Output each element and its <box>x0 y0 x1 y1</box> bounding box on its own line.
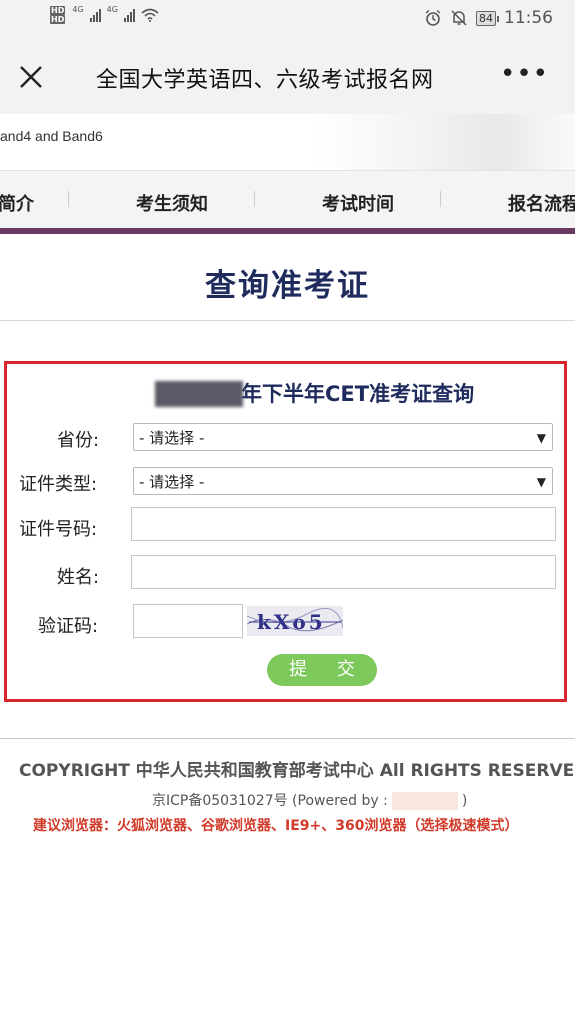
nav-item-candidate-notice[interactable]: 考生须知 <box>136 190 208 216</box>
more-menu-icon[interactable]: ••• <box>500 61 549 87</box>
id-type-select-value: - 请选择 - <box>139 473 205 491</box>
nav-accent-line <box>0 228 575 234</box>
icp-suffix: ) <box>461 793 468 809</box>
main-nav: 简介 考生须知 考试时间 报名流程 <box>0 170 575 229</box>
province-select-value: - 请选择 - <box>139 429 205 447</box>
page-title: 查询准考证 <box>205 268 370 304</box>
nav-separator <box>254 191 255 207</box>
redacted-year <box>155 381 243 407</box>
status-bar: HD HD 4G 4G 84 11:56 <box>0 0 575 42</box>
signal-icon <box>89 8 101 22</box>
footer-browser-recommendation: 建议浏览器：火狐浏览器、谷歌浏览器、IE9+、360浏览器（选择极速模式） <box>33 818 519 834</box>
captcha-image[interactable]: kXo5 <box>247 606 343 636</box>
nav-item-intro[interactable]: 简介 <box>0 190 34 216</box>
footer-divider <box>0 738 575 739</box>
status-right: 84 11:56 <box>424 8 553 28</box>
hd-label-1: HD <box>50 6 66 15</box>
name-label: 姓名: <box>57 567 100 588</box>
title-bar: 全国大学英语四、六级考试报名网 ••• <box>0 42 575 114</box>
admission-ticket-query-form: 年下半年CET准考证查询 省份: - 请选择 - ▼ 证件类型: - 请选择 -… <box>4 361 567 702</box>
footer-icp: 京ICP备05031027号 (Powered by :) <box>152 790 467 810</box>
submit-button[interactable]: 提 交 <box>267 654 377 686</box>
nav-item-exam-time[interactable]: 考试时间 <box>322 190 394 216</box>
signal-icon-2 <box>123 8 135 22</box>
province-label: 省份: <box>57 430 100 451</box>
nav-separator <box>68 191 69 207</box>
network-type-2: 4G <box>106 4 118 14</box>
footer-copyright: COPYRIGHT 中华人民共和国教育部考试中心 All RIGHTS RESE… <box>19 761 575 781</box>
id-number-label: 证件号码: <box>19 519 98 540</box>
dropdown-arrow-icon: ▼ <box>536 431 546 445</box>
nav-separator <box>440 191 441 207</box>
id-number-input[interactable] <box>131 507 556 541</box>
id-type-label: 证件类型: <box>19 474 98 495</box>
network-type-1: 4G <box>72 4 84 14</box>
site-banner: and4 and Band6 <box>0 114 575 170</box>
captcha-input[interactable] <box>133 604 243 638</box>
page-window-title: 全国大学英语四、六级考试报名网 <box>96 68 434 93</box>
heading-divider <box>0 320 575 321</box>
form-title-text: 年下半年CET准考证查询 <box>241 382 475 406</box>
banner-subtitle: and4 and Band6 <box>0 128 103 144</box>
hd-indicator: HD HD <box>50 6 66 24</box>
clock-time: 11:56 <box>504 8 553 28</box>
close-icon[interactable] <box>18 64 44 90</box>
hd-label-2: HD <box>50 15 66 24</box>
nav-item-registration-process[interactable]: 报名流程 <box>508 190 575 216</box>
dropdown-arrow-icon: ▼ <box>536 475 546 489</box>
captcha-label: 验证码: <box>38 616 99 637</box>
mute-bell-icon <box>451 10 467 26</box>
status-left: HD HD 4G 4G <box>50 4 159 24</box>
name-input[interactable] <box>131 555 556 589</box>
banner-decoration <box>315 114 575 170</box>
alarm-icon <box>425 9 441 26</box>
province-select[interactable]: - 请选择 - ▼ <box>133 423 553 451</box>
battery-icon: 84 <box>476 10 499 26</box>
redacted-powered-by <box>391 792 458 810</box>
icp-text: 京ICP备05031027号 (Powered by : <box>152 793 388 809</box>
wifi-icon <box>141 8 159 22</box>
captcha-noise: kXo5 <box>247 607 343 634</box>
id-type-select[interactable]: - 请选择 - ▼ <box>133 467 553 495</box>
